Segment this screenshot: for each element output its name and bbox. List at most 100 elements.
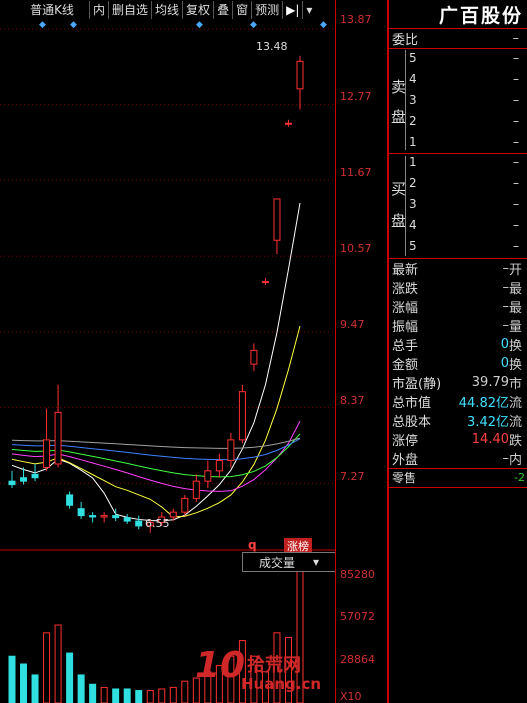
- volume-indicator-selector[interactable]: 成交量 ▾: [242, 552, 336, 572]
- candle-body: [112, 515, 120, 519]
- sell-label-1: 卖: [391, 78, 407, 96]
- kline-chart[interactable]: [0, 0, 335, 703]
- candle-body: [43, 439, 51, 468]
- candle-body: [296, 60, 304, 90]
- buy-value: –: [513, 155, 519, 169]
- quote-info: 最新 – 开 涨跌 – 最 涨幅 – 最 振幅 – 量 总手 0 换 金额 0 换 市盈(静) 39.79…: [389, 259, 527, 468]
- volume-bar: [89, 683, 97, 703]
- info-row-volume: 总手 0 换: [392, 337, 523, 354]
- info-row-shares: 总股本 3.42亿流: [392, 415, 523, 430]
- volume-bar: [77, 674, 85, 703]
- mark-q: q: [248, 538, 257, 552]
- high-price-label: 13.48: [256, 40, 288, 53]
- logo-url: Huang.cn: [241, 675, 322, 693]
- volume-unit: X10: [340, 690, 362, 703]
- retail-value: -2: [514, 471, 525, 484]
- candle-body: [89, 515, 97, 518]
- volume-bar: [112, 688, 120, 703]
- candle-body: [250, 349, 258, 365]
- order-ratio-row: 委比 –: [389, 29, 527, 49]
- logo-text: 拾荒网: [247, 655, 301, 676]
- info-row-pct: 涨幅 – 最: [392, 299, 523, 316]
- buy-label-2: 盘: [391, 212, 407, 230]
- diamond-marker-4: ◆: [250, 20, 257, 30]
- sell-level: 2: [409, 114, 417, 128]
- candle-body: [215, 460, 223, 472]
- order-ratio-value: –: [512, 31, 520, 46]
- buy-level: 5: [409, 239, 417, 253]
- candle-body: [20, 477, 28, 482]
- info-row-amount: 金额 0 换: [392, 356, 523, 373]
- volume-bar: [54, 624, 62, 703]
- price-tick: 7.27: [340, 470, 365, 483]
- info-row-outer: 外盘 – 内: [392, 451, 523, 468]
- sell-value: –: [513, 51, 519, 65]
- info-row-mktcap: 总市值 44.82亿流: [392, 396, 523, 411]
- buy-value: –: [513, 218, 519, 232]
- info-row-latest: 最新 – 开: [392, 261, 523, 278]
- volume-bar: [8, 655, 16, 703]
- price-tick: 8.37: [340, 394, 365, 407]
- buy-level: 3: [409, 197, 417, 211]
- sell-value: –: [513, 135, 519, 149]
- volume-bar: [43, 632, 51, 703]
- price-tick: 11.67: [340, 166, 372, 179]
- candle-body: [123, 517, 131, 522]
- quote-panel: 广百股份 委比 – 卖 盘 5 – 4 – 3 – 2 – 1 – 买 盘 1 – 2 – 3…: [387, 0, 527, 703]
- candle-body: [66, 494, 74, 506]
- retail-row: 零售 -2: [389, 468, 527, 487]
- buy-level: 1: [409, 155, 417, 169]
- volume-bar: [123, 688, 131, 703]
- diamond-marker-1: ◆: [39, 20, 46, 30]
- sell-level: 3: [409, 93, 417, 107]
- buy-value: –: [513, 197, 519, 211]
- sell-label-2: 盘: [391, 108, 407, 126]
- buy-label-1: 买: [391, 180, 407, 198]
- candle-body: [273, 198, 281, 241]
- sell-level: 1: [409, 135, 417, 149]
- chevron-down-icon: ▾: [312, 555, 320, 569]
- candle-body: [77, 508, 85, 517]
- price-tick: 13.87: [340, 13, 372, 26]
- diamond-marker-3: ◆: [196, 20, 203, 30]
- info-row-pe: 市盈(静) 39.79 市: [392, 375, 523, 392]
- volume-bar: [181, 680, 189, 703]
- sell-level: 4: [409, 72, 417, 86]
- info-row-limitup: 涨停 14.40 跌: [392, 432, 523, 449]
- candle-body: [284, 122, 292, 125]
- candle-body: [181, 497, 189, 513]
- low-price-label: 6.55: [145, 517, 170, 530]
- volume-bar: [146, 690, 154, 703]
- sell-value: –: [513, 72, 519, 86]
- diamond-marker-2: ◆: [70, 20, 77, 30]
- volume-label: 成交量: [258, 555, 295, 570]
- price-tick: 12.77: [340, 90, 372, 103]
- candle-body: [192, 480, 200, 499]
- buy-level: 2: [409, 176, 417, 190]
- logo-number: 10: [195, 645, 246, 686]
- candle-body: [54, 411, 62, 465]
- candle-body: [31, 473, 39, 479]
- candle-body: [227, 439, 235, 462]
- candle-body: [8, 480, 16, 486]
- sell-level: 5: [409, 51, 417, 65]
- candle-body: [100, 515, 108, 518]
- volume-tick: 28864: [340, 653, 375, 666]
- volume-tick: 85280: [340, 568, 375, 581]
- candle-body: [261, 281, 269, 284]
- sell-value: –: [513, 114, 519, 128]
- volume-bar: [31, 674, 39, 703]
- stock-name: 广百股份: [389, 0, 527, 29]
- volume-bar: [135, 690, 143, 703]
- volume-bar: [158, 688, 166, 703]
- price-axis: 13.87 12.77 11.67 10.57 9.47 8.37 7.27 8…: [335, 0, 388, 703]
- sell-value: –: [513, 93, 519, 107]
- volume-bar: [169, 686, 177, 703]
- candle-body: [204, 470, 212, 482]
- order-ratio-label: 委比: [392, 33, 419, 48]
- buy-level: 4: [409, 218, 417, 232]
- price-tick: 10.57: [340, 242, 372, 255]
- candle-body: [135, 520, 143, 527]
- volume-bar: [66, 652, 74, 703]
- info-row-change: 涨跌 – 最: [392, 280, 523, 297]
